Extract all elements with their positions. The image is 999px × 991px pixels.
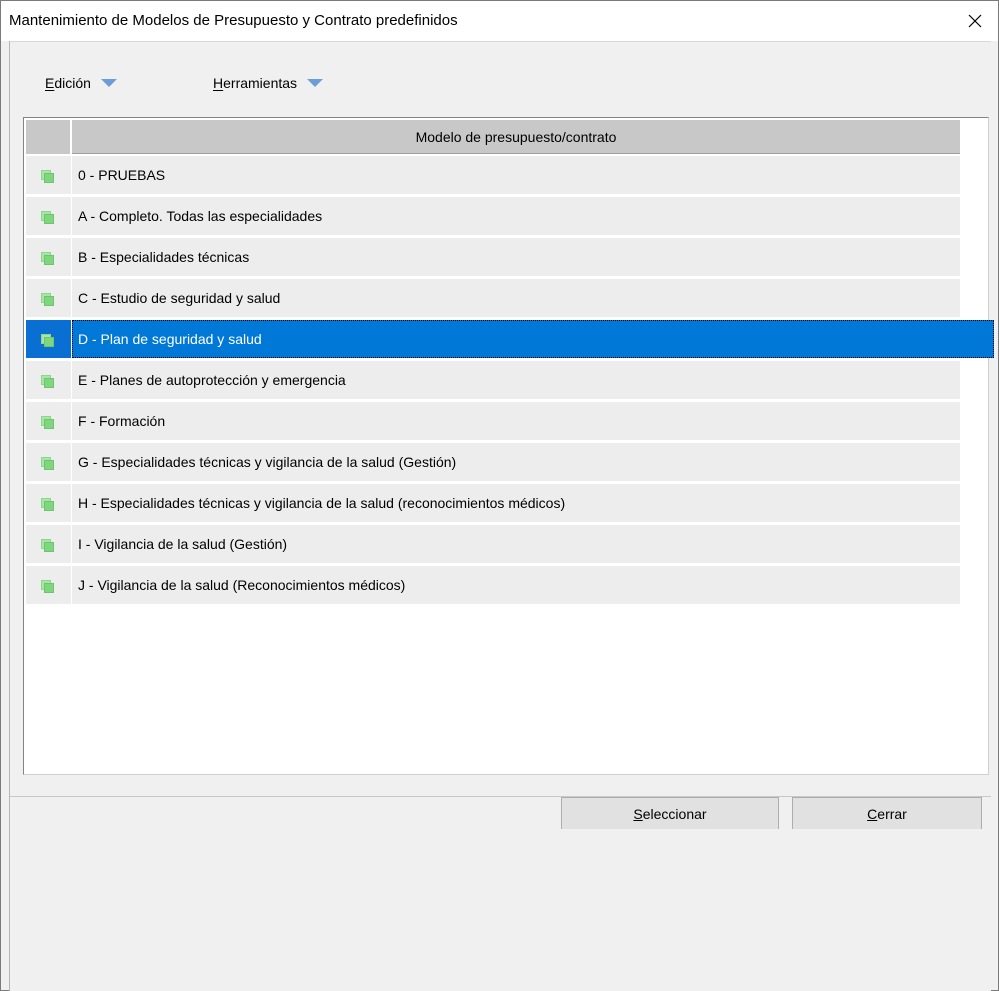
grid-header: Modelo de presupuesto/contrato [26, 120, 960, 154]
row-indicator [26, 320, 71, 358]
row-label: B - Especialidades técnicas [72, 238, 960, 276]
model-icon [41, 498, 54, 511]
row-indicator [26, 484, 71, 522]
table-row[interactable]: J - Vigilancia de la salud (Reconocimien… [26, 566, 960, 604]
model-icon [41, 170, 54, 183]
row-label: G - Especialidades técnicas y vigilancia… [72, 443, 960, 481]
model-icon [41, 416, 54, 429]
select-button-accel: S [633, 805, 643, 822]
model-icon [41, 539, 54, 552]
close-window-button[interactable] [952, 1, 998, 41]
table-row[interactable]: G - Especialidades técnicas y vigilancia… [26, 443, 960, 481]
model-icon [41, 457, 54, 470]
close-icon [968, 14, 982, 28]
menu-herramientas[interactable]: Herramientas [213, 75, 324, 91]
dropdown-arrow-icon [100, 79, 117, 87]
row-indicator [26, 238, 71, 276]
table-row[interactable]: E - Planes de autoprotección y emergenci… [26, 361, 960, 399]
row-indicator [26, 525, 71, 563]
dropdown-arrow-icon [307, 79, 324, 87]
table-row[interactable]: C - Estudio de seguridad y salud [26, 279, 960, 317]
row-indicator [26, 443, 71, 481]
menu-bar: Edición Herramientas [10, 41, 991, 117]
table-row[interactable]: 0 - PRUEBAS [26, 156, 960, 194]
menu-edicion[interactable]: Edición [45, 75, 117, 91]
model-icon [41, 334, 54, 347]
menu-edicion-label: dición [54, 75, 91, 91]
model-icon [41, 375, 54, 388]
row-indicator [26, 361, 71, 399]
table-row[interactable]: A - Completo. Todas las especialidades [26, 197, 960, 235]
model-icon [41, 211, 54, 224]
column-header-modelo[interactable]: Modelo de presupuesto/contrato [72, 120, 960, 154]
menu-edicion-accel: E [45, 75, 55, 91]
model-icon [41, 252, 54, 265]
row-label: D - Plan de seguridad y salud [72, 320, 994, 358]
window-title: Mantenimiento de Modelos de Presupuesto … [9, 12, 458, 29]
dialog-client-area: Edición Herramientas Modelo de presupues… [9, 41, 994, 991]
model-icon [41, 293, 54, 306]
models-grid[interactable]: Modelo de presupuesto/contrato 0 - PRUEB… [23, 117, 994, 775]
select-button[interactable]: Seleccionar [561, 797, 779, 829]
row-label: E - Planes de autoprotección y emergenci… [72, 361, 960, 399]
dialog-window: Mantenimiento de Modelos de Presupuesto … [0, 0, 999, 991]
row-indicator [26, 156, 71, 194]
row-label: I - Vigilancia de la salud (Gestión) [72, 525, 960, 563]
table-row[interactable]: B - Especialidades técnicas [26, 238, 960, 276]
row-indicator [26, 402, 71, 440]
model-icon [41, 580, 54, 593]
row-label: 0 - PRUEBAS [72, 156, 960, 194]
close-button[interactable]: Cerrar [792, 797, 982, 829]
table-row[interactable]: I - Vigilancia de la salud (Gestión) [26, 525, 960, 563]
table-row[interactable]: H - Especialidades técnicas y vigilancia… [26, 484, 960, 522]
row-label: J - Vigilancia de la salud (Reconocimien… [72, 566, 960, 604]
table-row[interactable]: F - Formación [26, 402, 960, 440]
close-button-label: errar [877, 805, 907, 822]
select-button-label: eleccionar [642, 805, 707, 822]
row-label: C - Estudio de seguridad y salud [72, 279, 960, 317]
row-label: F - Formación [72, 402, 960, 440]
row-label: A - Completo. Todas las especialidades [72, 197, 960, 235]
table-row-selected[interactable]: D - Plan de seguridad y salud [26, 320, 994, 358]
row-indicator [26, 197, 71, 235]
grid-header-corner [26, 120, 71, 154]
dialog-footer: Seleccionar Cerrar [10, 775, 991, 991]
close-button-accel: C [867, 805, 878, 822]
row-indicator [26, 566, 71, 604]
title-bar: Mantenimiento de Modelos de Presupuesto … [1, 1, 998, 41]
row-indicator [26, 279, 71, 317]
row-label: H - Especialidades técnicas y vigilancia… [72, 484, 960, 522]
menu-herramientas-accel: H [213, 75, 224, 91]
menu-herramientas-label: erramientas [223, 75, 298, 91]
